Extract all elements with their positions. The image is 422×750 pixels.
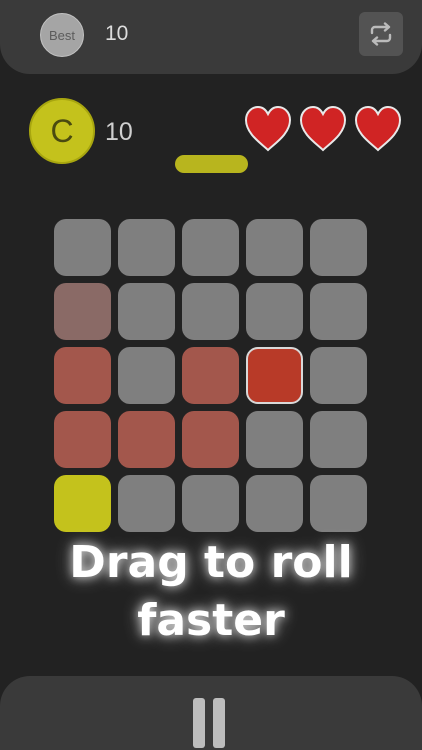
game-board[interactable]: [54, 219, 367, 532]
board-cell-empty[interactable]: [246, 475, 303, 532]
board-cell-empty[interactable]: [310, 219, 367, 276]
heart-icon: [354, 106, 402, 152]
board-cell-trail[interactable]: [182, 347, 239, 404]
board-cell-empty[interactable]: [182, 219, 239, 276]
board-cell-empty[interactable]: [118, 219, 175, 276]
board-cell-empty[interactable]: [182, 475, 239, 532]
board-cell-trail[interactable]: [118, 411, 175, 468]
coin-icon: C: [29, 98, 95, 164]
pause-icon: [193, 698, 205, 748]
board-cell-player[interactable]: [54, 475, 111, 532]
board-cell-empty[interactable]: [310, 347, 367, 404]
coin-letter: C: [50, 112, 74, 149]
board-cell-empty[interactable]: [310, 475, 367, 532]
pause-icon-bar: [213, 698, 225, 748]
best-label: Best: [48, 27, 75, 43]
board-cell-empty[interactable]: [182, 283, 239, 340]
board-cell-trail-faint[interactable]: [54, 283, 111, 340]
best-score: 10: [105, 22, 129, 45]
best-badge: Best: [40, 13, 84, 57]
board-cell-trail[interactable]: [54, 347, 111, 404]
board-cell-empty[interactable]: [310, 411, 367, 468]
board-cell-empty[interactable]: [310, 283, 367, 340]
progress-bar: [175, 155, 248, 173]
board-cell-empty[interactable]: [118, 283, 175, 340]
board-cell-trail[interactable]: [54, 411, 111, 468]
board-cell-empty[interactable]: [246, 219, 303, 276]
pause-button[interactable]: [193, 698, 225, 748]
board-cell-empty[interactable]: [118, 347, 175, 404]
lives: [244, 106, 402, 152]
coin-count: 10: [105, 118, 133, 146]
board-cell-empty[interactable]: [246, 283, 303, 340]
heart-icon: [244, 106, 292, 152]
top-bar: Best 10: [0, 0, 422, 74]
board-cell-current[interactable]: [246, 347, 303, 404]
board-cell-empty[interactable]: [246, 411, 303, 468]
heart-icon: [299, 106, 347, 152]
hint-message: Drag to roll faster: [69, 537, 353, 646]
board-cell-empty[interactable]: [118, 475, 175, 532]
repeat-icon: [370, 22, 392, 46]
restart-button[interactable]: [359, 12, 403, 56]
board-cell-empty[interactable]: [54, 219, 111, 276]
board-cell-trail[interactable]: [182, 411, 239, 468]
